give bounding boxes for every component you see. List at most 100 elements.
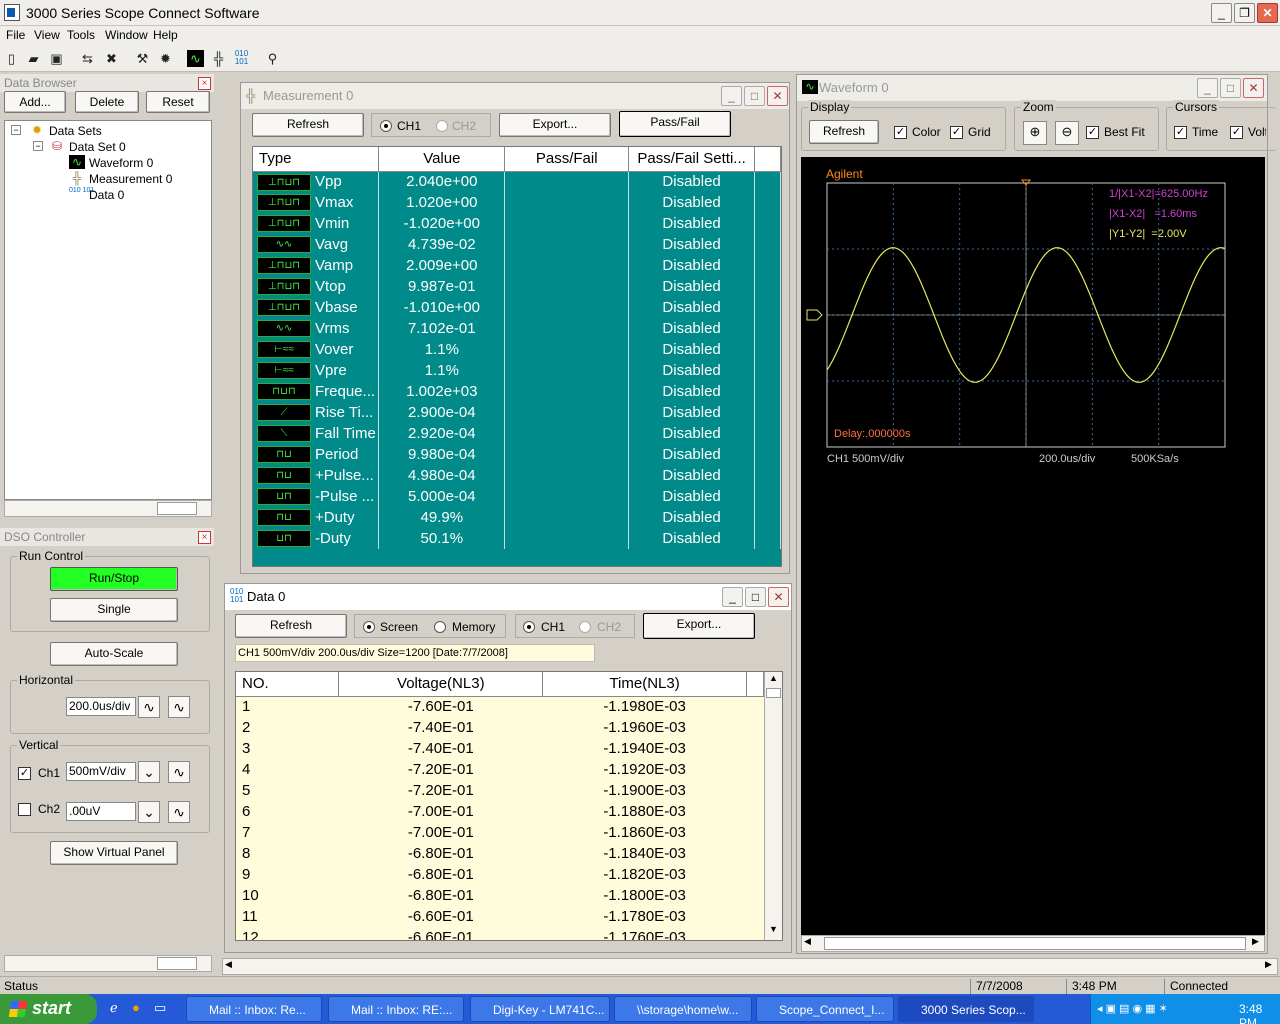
scroll-thumb[interactable] (766, 688, 781, 698)
mdi-scroll-right-icon[interactable]: ▶ (1265, 959, 1272, 970)
data-row[interactable]: 10 -6.80E-01 -1.1800E-03 (236, 885, 764, 906)
delete-button[interactable]: Delete (75, 91, 139, 113)
waveform-scrollbar[interactable]: ◀ ▶ (801, 935, 1265, 952)
data-refresh-button[interactable]: Refresh (235, 614, 347, 638)
ch2-scale-field[interactable]: .00uV (66, 802, 136, 821)
measurement-row[interactable]: ⊓⊔ +Pulse... 4.980e-04 Disabled (253, 465, 781, 486)
waveform-maximize-button[interactable]: □ (1220, 78, 1241, 98)
tree-expander[interactable]: − (33, 141, 43, 151)
grid-checkbox[interactable]: ✓ (950, 126, 963, 139)
tree-item-measurement[interactable]: Measurement 0 (89, 172, 172, 186)
measurement-row[interactable]: ⊢≈≈ Vpre 1.1% Disabled (253, 360, 781, 381)
tree-scrollbar[interactable] (4, 500, 212, 517)
memory-radio[interactable] (434, 621, 446, 633)
measurement-row[interactable]: ⊥⊓⊔⊓ Vtop 9.987e-01 Disabled (253, 276, 781, 297)
measurement-maximize-button[interactable]: □ (744, 86, 765, 106)
gear-icon[interactable]: ✹ (157, 50, 174, 67)
scroll-up-icon[interactable]: ▲ (766, 673, 781, 687)
new-icon[interactable]: ▯ (3, 50, 20, 67)
data-export-button[interactable]: Export... (643, 613, 755, 639)
column-header-voltage[interactable]: Voltage(NL3) (338, 672, 544, 697)
data-close-button[interactable]: ✕ (768, 587, 789, 607)
tree-item-data[interactable]: Data 0 (89, 188, 124, 202)
screen-radio[interactable] (363, 621, 375, 633)
quicklaunch-desktop-icon[interactable]: ▭ (154, 1000, 166, 1016)
scroll-left-icon[interactable]: ◀ (804, 936, 811, 947)
single-button[interactable]: Single (50, 598, 178, 622)
measurement-row[interactable]: ⊔⊓ -Pulse ... 5.000e-04 Disabled (253, 486, 781, 507)
tree-item-datasets[interactable]: Data Sets (49, 124, 102, 138)
add-button[interactable]: Add... (4, 91, 66, 113)
measurement-row[interactable]: ⊥⊓⊔⊓ Vmax 1.020e+00 Disabled (253, 192, 781, 213)
taskbar-item-mail-1[interactable]: Mail :: Inbox: Re... (186, 996, 322, 1022)
measurement-row[interactable]: ⊔⊓ -Duty 50.1% Disabled (253, 528, 781, 549)
menu-window[interactable]: Window (105, 28, 148, 42)
taskbar-item-mail-2[interactable]: Mail :: Inbox: RE:... (328, 996, 464, 1022)
dso-close-icon[interactable]: × (198, 531, 211, 544)
data-row[interactable]: 7 -7.00E-01 -1.1860E-03 (236, 822, 764, 843)
data-row[interactable]: 12 -6.60E-01 -1.1760E-03 (236, 927, 764, 940)
data-row[interactable]: 9 -6.80E-01 -1.1820E-03 (236, 864, 764, 885)
data-row[interactable]: 1 -7.60E-01 -1.1980E-03 (236, 696, 764, 717)
horizontal-increase-icon[interactable]: ∿ (168, 696, 190, 718)
measurement-row[interactable]: ∿∿ Vavg 4.739e-02 Disabled (253, 234, 781, 255)
auto-scale-button[interactable]: Auto-Scale (50, 642, 178, 666)
tree-item-dataset[interactable]: Data Set 0 (69, 140, 126, 154)
show-virtual-panel-button[interactable]: Show Virtual Panel (50, 841, 178, 865)
measurement-row[interactable]: ⊢≈≈ Vover 1.1% Disabled (253, 339, 781, 360)
column-header-no[interactable]: NO. (236, 672, 340, 697)
restore-button[interactable]: ❐ (1234, 3, 1255, 23)
horizontal-decrease-icon[interactable]: ∿ (138, 696, 160, 718)
measurement-row[interactable]: ⟍ Fall Time 2.920e-04 Disabled (253, 423, 781, 444)
menu-help[interactable]: Help (153, 28, 178, 42)
column-header-time[interactable]: Time(NL3) (542, 672, 747, 697)
measurement-ch2-radio[interactable] (436, 120, 448, 132)
disconnect-icon[interactable]: ✖ (103, 50, 120, 67)
measurement-row[interactable]: ⊥⊓⊔⊓ Vbase -1.010e+00 Disabled (253, 297, 781, 318)
measurement-refresh-button[interactable]: Refresh (252, 113, 364, 137)
waveform-minimize-button[interactable]: _ (1197, 78, 1218, 98)
data-row[interactable]: 4 -7.20E-01 -1.1920E-03 (236, 759, 764, 780)
measurement-row[interactable]: ⊓⊔ Period 9.980e-04 Disabled (253, 444, 781, 465)
measurement-row[interactable]: ⊥⊓⊔⊓ Vpp 2.040e+00 Disabled (253, 171, 781, 192)
measurement-icon[interactable]: ╬ (210, 50, 227, 67)
best-fit-checkbox[interactable]: ✓ (1086, 126, 1099, 139)
measurement-row[interactable]: ⊥⊓⊔⊓ Vmin -1.020e+00 Disabled (253, 213, 781, 234)
ch2-decrease-icon[interactable]: ⌄ (138, 801, 160, 823)
horizontal-scale-field[interactable]: 200.0us/div (66, 697, 136, 716)
data-row[interactable]: 8 -6.80E-01 -1.1840E-03 (236, 843, 764, 864)
minimize-button[interactable]: _ (1211, 3, 1232, 23)
taskbar-item-document[interactable]: Scope_Connect_I... (756, 996, 894, 1022)
data-vertical-scrollbar[interactable]: ▲ ▼ (764, 672, 782, 940)
ch2-increase-icon[interactable]: ∿ (168, 801, 190, 823)
measurement-row[interactable]: ⟋ Rise Ti... 2.900e-04 Disabled (253, 402, 781, 423)
waveform-icon[interactable]: ∿ (187, 50, 204, 67)
waveform-refresh-button[interactable]: Refresh (809, 120, 879, 144)
data-row[interactable]: 2 -7.40E-01 -1.1960E-03 (236, 717, 764, 738)
reset-button[interactable]: Reset (146, 91, 210, 113)
zoom-out-icon[interactable]: ⊖ (1055, 121, 1079, 145)
help-icon[interactable]: ⚲ (264, 50, 281, 67)
waveform-close-button[interactable]: ✕ (1243, 78, 1264, 98)
taskbar-item-scope[interactable]: 3000 Series Scop... (898, 996, 1034, 1022)
scroll-down-icon[interactable]: ▼ (766, 924, 781, 938)
close-button[interactable]: ✕ (1257, 3, 1278, 23)
measurement-minimize-button[interactable]: _ (721, 86, 742, 106)
quicklaunch-firefox-icon[interactable]: ● (132, 1000, 140, 1015)
save-icon[interactable]: ▣ (48, 50, 65, 67)
column-header-value[interactable]: Value (378, 147, 506, 172)
data-browser-close-icon[interactable]: × (198, 77, 211, 90)
ch1-scale-field[interactable]: 500mV/div (66, 762, 136, 781)
connect-icon[interactable]: ⇆ (79, 50, 96, 67)
measurement-ch1-radio[interactable] (380, 120, 392, 132)
open-icon[interactable]: ▰ (25, 50, 42, 67)
data-ch2-radio[interactable] (579, 621, 591, 633)
menu-view[interactable]: View (34, 28, 60, 42)
taskbar-item-folder[interactable]: \\storage\home\w... (614, 996, 752, 1022)
mdi-scrollbar[interactable]: ◀ ▶ (222, 958, 1278, 975)
zoom-in-icon[interactable]: ⊕ (1023, 121, 1047, 145)
color-checkbox[interactable]: ✓ (894, 126, 907, 139)
column-header-type[interactable]: Type (253, 147, 380, 172)
data-row[interactable]: 5 -7.20E-01 -1.1900E-03 (236, 780, 764, 801)
pass-fail-button[interactable]: Pass/Fail (619, 111, 731, 137)
